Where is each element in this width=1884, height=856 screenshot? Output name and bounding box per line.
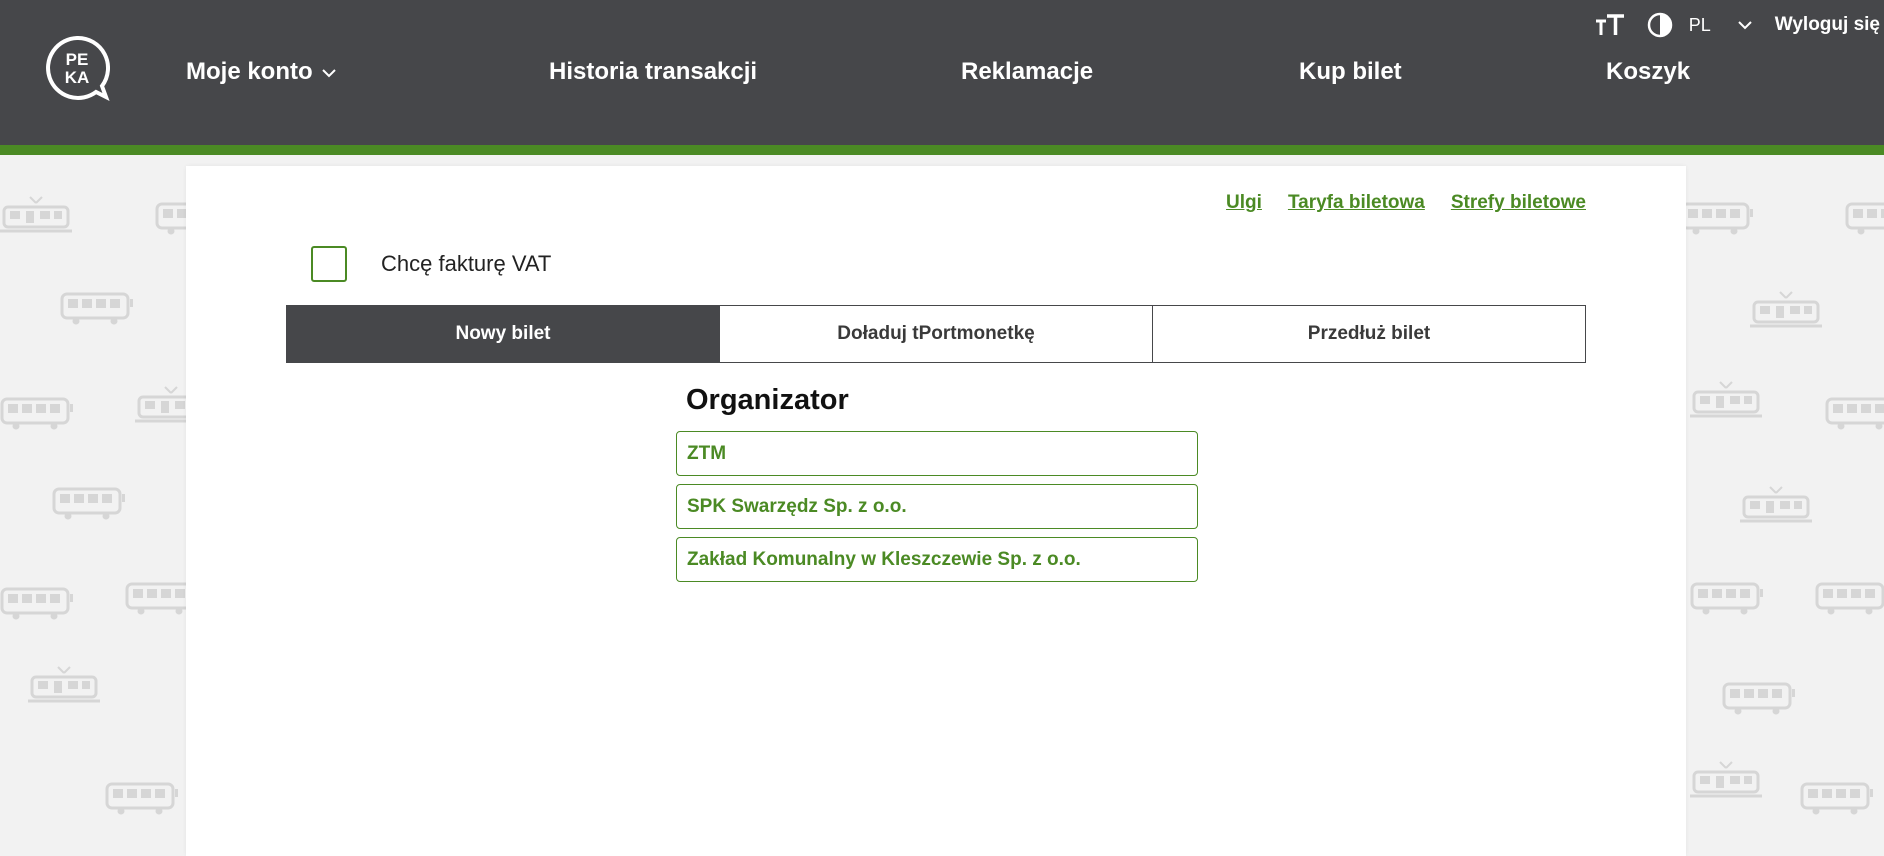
language-selector[interactable]: PL xyxy=(1689,15,1753,36)
ticket-tabs: Nowy bilet Doładuj tPortmonetkę Przedłuż… xyxy=(286,305,1586,363)
nav-item-koszyk[interactable]: Koszyk xyxy=(1606,58,1690,86)
main-card: Ulgi Taryfa biletowa Strefy biletowe Chc… xyxy=(186,166,1686,856)
language-label: PL xyxy=(1688,14,1711,35)
bus-icon xyxy=(1845,202,1884,235)
nav-item-label: Reklamacje xyxy=(961,58,1094,85)
utility-bar: PL Wyloguj się xyxy=(1595,10,1880,40)
tram-icon xyxy=(1750,291,1822,328)
taryfa-biletowa-link[interactable]: Taryfa biletowa xyxy=(1288,192,1425,214)
bus-icon xyxy=(1722,682,1795,715)
nav-item-moje-konto[interactable]: Moje konto xyxy=(186,58,337,86)
bus-icon xyxy=(1690,582,1763,615)
nav-item-historia-transakcji[interactable]: Historia transakcji xyxy=(549,58,757,86)
tab-doladuj-tportmonetke[interactable]: Doładuj tPortmonetkę xyxy=(720,305,1153,363)
header-accent-stripe xyxy=(0,145,1884,155)
logout-link[interactable]: Wyloguj się xyxy=(1775,14,1880,36)
vat-invoice-option: Chcę fakturę VAT xyxy=(311,246,551,282)
tab-przedluz-bilet[interactable]: Przedłuż bilet xyxy=(1153,305,1586,363)
chevron-down-icon xyxy=(321,58,337,86)
chevron-down-icon xyxy=(1737,15,1753,36)
logout-label: Wyloguj się xyxy=(1774,14,1880,35)
tram-icon xyxy=(1690,381,1762,418)
bus-icon xyxy=(0,397,73,430)
tram-icon xyxy=(0,196,72,233)
nav-item-reklamacje[interactable]: Reklamacje xyxy=(961,58,1093,86)
site-header: PE KA Moje konto Historia transakcji Rek… xyxy=(0,0,1884,145)
bus-icon xyxy=(52,487,125,520)
strefy-biletowe-link[interactable]: Strefy biletowe xyxy=(1451,192,1586,214)
organizer-item-spk-swarzedz[interactable]: SPK Swarzędz Sp. z o.o. xyxy=(676,484,1198,529)
ulgi-link[interactable]: Ulgi xyxy=(1226,192,1262,214)
bus-icon xyxy=(1680,202,1753,235)
tram-icon xyxy=(1740,486,1812,523)
bus-icon xyxy=(105,782,178,815)
tram-icon xyxy=(28,666,100,703)
organizer-item-ztm[interactable]: ZTM xyxy=(676,431,1198,476)
organizer-list: ZTM SPK Swarzędz Sp. z o.o. Zakład Komun… xyxy=(676,431,1198,590)
organizer-title: Organizator xyxy=(686,384,849,416)
bus-icon xyxy=(1815,582,1884,615)
nav-item-label: Moje konto xyxy=(186,58,313,85)
info-links: Ulgi Taryfa biletowa Strefy biletowe xyxy=(1226,192,1586,214)
bus-icon xyxy=(0,587,73,620)
vat-checkbox[interactable] xyxy=(311,246,347,282)
bus-icon xyxy=(60,292,133,325)
nav-item-label: Kup bilet xyxy=(1299,58,1402,85)
nav-item-label: Historia transakcji xyxy=(549,58,758,85)
text-size-icon[interactable] xyxy=(1595,13,1625,37)
bus-icon xyxy=(1800,782,1873,815)
vat-label: Chcę fakturę VAT xyxy=(381,251,552,276)
tram-icon xyxy=(1690,761,1762,798)
tab-nowy-bilet[interactable]: Nowy bilet xyxy=(286,305,720,363)
nav-item-kup-bilet[interactable]: Kup bilet xyxy=(1299,58,1402,86)
bus-icon xyxy=(1825,397,1884,430)
nav-item-label: Koszyk xyxy=(1606,58,1691,85)
contrast-icon[interactable] xyxy=(1647,12,1673,38)
organizer-item-zaklad-komunalny[interactable]: Zakład Komunalny w Kleszczewie Sp. z o.o… xyxy=(676,537,1198,582)
